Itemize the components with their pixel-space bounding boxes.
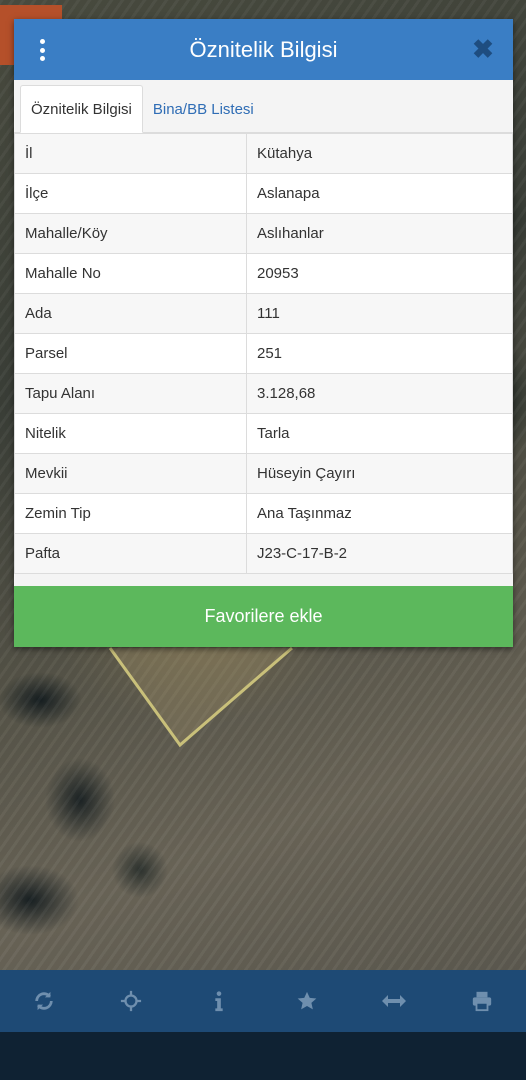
dialog-header: Öznitelik Bilgisi ✖ — [14, 19, 513, 80]
table-row: Ada 111 — [14, 293, 513, 334]
refresh-icon[interactable] — [24, 981, 64, 1021]
attr-key: Nitelik — [14, 413, 247, 454]
attr-value: 20953 — [246, 253, 513, 294]
tab-attribute-info[interactable]: Öznitelik Bilgisi — [20, 85, 143, 133]
tab-bar: Öznitelik Bilgisi Bina/BB Listesi — [14, 80, 513, 133]
attr-key: İl — [14, 133, 247, 174]
bottom-toolbar — [0, 970, 526, 1032]
table-row: Mevkii Hüseyin Çayırı — [14, 453, 513, 494]
bottom-band — [0, 1032, 526, 1080]
info-icon[interactable] — [199, 981, 239, 1021]
attr-key: Mahalle No — [14, 253, 247, 294]
attr-key: Parsel — [14, 333, 247, 374]
table-row: İlçe Aslanapa — [14, 173, 513, 214]
close-icon[interactable]: ✖ — [469, 35, 497, 63]
attr-key: Mevkii — [14, 453, 247, 494]
table-row: Pafta J23-C-17-B-2 — [14, 533, 513, 574]
attr-key: Ada — [14, 293, 247, 334]
attr-key: Pafta — [14, 533, 247, 574]
attr-value: Aslıhanlar — [246, 213, 513, 254]
attr-key: Mahalle/Köy — [14, 213, 247, 254]
table-row: Zemin Tip Ana Taşınmaz — [14, 493, 513, 534]
table-row: Tapu Alanı 3.128,68 — [14, 373, 513, 414]
tab-building-list[interactable]: Bina/BB Listesi — [143, 86, 264, 132]
add-to-favorites-button[interactable]: Favorilere ekle — [14, 586, 513, 647]
table-row: Parsel 251 — [14, 333, 513, 374]
attr-key: Tapu Alanı — [14, 373, 247, 414]
attr-value: 111 — [246, 293, 513, 334]
parcel-boundary — [108, 646, 293, 748]
dialog-title: Öznitelik Bilgisi — [189, 36, 338, 62]
attr-key: Zemin Tip — [14, 493, 247, 534]
attr-value: Aslanapa — [246, 173, 513, 214]
attr-value: Tarla — [246, 413, 513, 454]
table-row: Nitelik Tarla — [14, 413, 513, 454]
attr-value: Kütahya — [246, 133, 513, 174]
print-icon[interactable] — [462, 981, 502, 1021]
attr-value: Hüseyin Çayırı — [246, 453, 513, 494]
attribute-dialog: Öznitelik Bilgisi ✖ Öznitelik Bilgisi Bi… — [14, 19, 513, 647]
crosshair-icon[interactable] — [111, 981, 151, 1021]
attribute-table: İl Kütahya İlçe Aslanapa Mahalle/Köy Asl… — [14, 133, 513, 574]
attr-value: 3.128,68 — [246, 373, 513, 414]
table-row: İl Kütahya — [14, 133, 513, 174]
star-icon[interactable] — [287, 981, 327, 1021]
vertical-ellipsis-icon[interactable] — [36, 39, 48, 61]
attr-key: İlçe — [14, 173, 247, 214]
table-row: Mahalle/Köy Aslıhanlar — [14, 213, 513, 254]
attr-value: 251 — [246, 333, 513, 374]
attr-value: Ana Taşınmaz — [246, 493, 513, 534]
attr-value: J23-C-17-B-2 — [246, 533, 513, 574]
measure-icon[interactable] — [374, 981, 414, 1021]
table-row: Mahalle No 20953 — [14, 253, 513, 294]
